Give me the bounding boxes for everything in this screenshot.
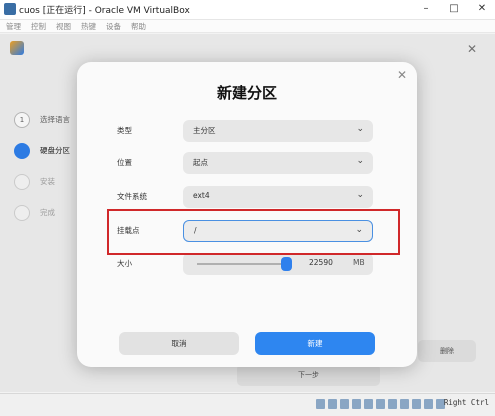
mouse-integration-icon[interactable] xyxy=(424,399,433,409)
filesystem-label: 文件系统 xyxy=(117,192,147,201)
cancel-button[interactable]: 取消 xyxy=(119,332,239,355)
size-value: 22590 xyxy=(309,258,333,267)
virtualbox-app-icon xyxy=(4,3,16,15)
maximize-button[interactable]: □ xyxy=(447,2,461,16)
size-slider[interactable]: 22590 MB xyxy=(183,253,373,275)
create-button[interactable]: 新建 xyxy=(255,332,375,355)
slider-track xyxy=(197,263,289,265)
menu-help[interactable]: 帮助 xyxy=(131,20,146,32)
close-button[interactable]: ✕ xyxy=(475,2,489,16)
chevron-down-icon: ⌄ xyxy=(356,124,364,134)
size-row: 大小 22590 MB xyxy=(117,253,375,275)
filesystem-select[interactable]: ext4 ⌄ xyxy=(183,186,373,208)
statusbar: Right Ctrl xyxy=(0,393,495,416)
window-titlebar: cuos [正在运行] - Oracle VM VirtualBox – □ ✕ xyxy=(0,0,495,20)
display-icon[interactable] xyxy=(388,399,397,409)
audio-icon[interactable] xyxy=(340,399,349,409)
menu-control[interactable]: 控制 xyxy=(31,20,46,32)
recording-icon[interactable] xyxy=(400,399,409,409)
type-value: 主分区 xyxy=(193,126,216,135)
hdd-icon[interactable] xyxy=(316,399,325,409)
dialog-title: 新建分区 xyxy=(216,84,277,102)
host-key-label: Right Ctrl xyxy=(443,398,489,407)
location-value: 起点 xyxy=(193,158,208,167)
minimize-button[interactable]: – xyxy=(419,2,433,16)
size-label: 大小 xyxy=(117,259,132,268)
menu-devices[interactable]: 设备 xyxy=(106,20,121,32)
menubar: 管理 控制 视图 热键 设备 帮助 xyxy=(0,20,495,33)
size-unit: MB xyxy=(353,258,365,267)
window-title: cuos [正在运行] - Oracle VM VirtualBox xyxy=(19,6,190,16)
device-icons xyxy=(316,399,445,409)
location-label: 位置 xyxy=(117,158,132,167)
shared-folder-icon[interactable] xyxy=(376,399,385,409)
optical-drive-icon[interactable] xyxy=(328,399,337,409)
chevron-down-icon: ⌄ xyxy=(356,156,364,166)
menu-hotkey[interactable]: 热键 xyxy=(81,20,96,32)
type-label: 类型 xyxy=(117,126,132,135)
highlight-annotation xyxy=(107,209,400,255)
usb-icon[interactable] xyxy=(364,399,373,409)
location-select[interactable]: 起点 ⌄ xyxy=(183,152,373,174)
filesystem-row: 文件系统 ext4 ⌄ xyxy=(117,186,375,208)
slider-thumb[interactable] xyxy=(281,257,292,271)
network-icon[interactable] xyxy=(352,399,361,409)
menu-manage[interactable]: 管理 xyxy=(6,20,21,32)
dialog-close-icon[interactable]: ✕ xyxy=(397,68,407,82)
filesystem-value: ext4 xyxy=(193,191,210,200)
type-row: 类型 主分区 ⌄ xyxy=(117,120,375,142)
menu-view[interactable]: 视图 xyxy=(56,20,71,32)
cpu-icon[interactable] xyxy=(412,399,421,409)
location-row: 位置 起点 ⌄ xyxy=(117,152,375,174)
type-select[interactable]: 主分区 ⌄ xyxy=(183,120,373,142)
chevron-down-icon: ⌄ xyxy=(356,190,364,200)
